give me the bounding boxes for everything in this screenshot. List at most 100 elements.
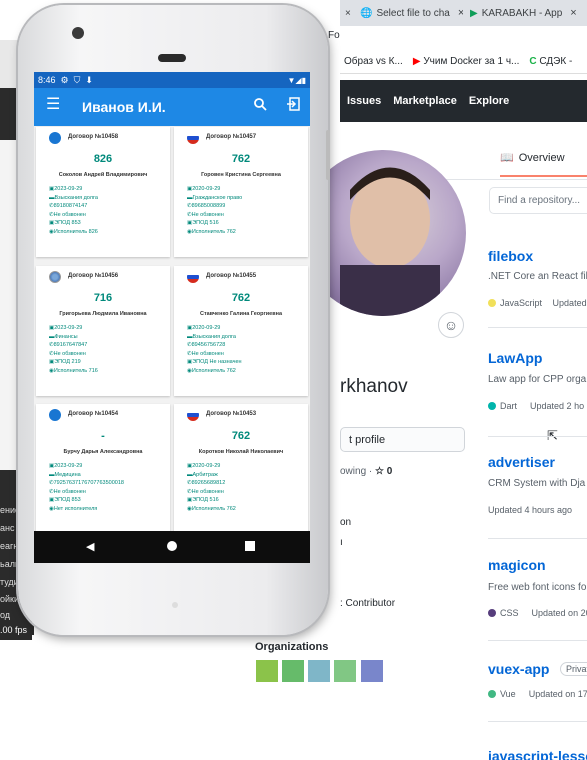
card-number: 716 (93, 292, 113, 304)
tab-close-icon[interactable]: × (345, 8, 351, 19)
card-detail-line: ✆Не обзвонен (187, 350, 224, 357)
tab-overview[interactable]: 📖 Overview (500, 151, 565, 165)
nav-issues[interactable]: Issues (347, 95, 381, 107)
card-detail-line: ▣2023-09-29 (49, 463, 83, 469)
card-detail-line: ✆89456756728 (187, 342, 226, 348)
organizations-heading: Organizations (255, 641, 329, 653)
org-icon[interactable] (308, 660, 330, 682)
repo-link[interactable]: LawApp (488, 350, 542, 366)
card-detail-line: ▣2023-09-29 (49, 325, 83, 331)
card-detail-line: ✆79257637176707763500018 (49, 480, 124, 486)
card-client-name: Григорьева Людмила Ивановна (59, 311, 147, 317)
card-detail-line: ◉Нет исполнителя (49, 505, 98, 512)
language-dot (488, 609, 496, 617)
bookmarks-bar: Образ vs К... ▶ Учим Docker за 1 ч... C … (340, 50, 587, 74)
card-detail-line: ▬Арбитраж (187, 471, 218, 478)
android-status-bar: 8:46 ⚙ ⛉ ⬇ ▼◢▮ (34, 72, 310, 88)
contract-card[interactable]: Договор №10458 826 Соколов Андрей Владим… (36, 127, 170, 257)
phone-screen: 8:46 ⚙ ⛉ ⬇ ▼◢▮ ☰ Иванов И.И. Договор №10… (34, 72, 310, 563)
repo-link[interactable]: vuex-app (488, 661, 549, 677)
org-icon[interactable] (256, 660, 278, 682)
card-detail-line: ✆Не обзвонен (49, 488, 86, 495)
card-detail-line: ▣ЭПОД 853 (49, 220, 81, 226)
username: rkhanov (340, 376, 408, 397)
card-detail-line: ▣2020-09-29 (187, 325, 221, 331)
card-detail-line: ✆Не обзвонен (187, 488, 224, 495)
tab-close-icon[interactable]: × (570, 7, 576, 19)
tab-close-icon[interactable]: × (458, 7, 463, 19)
browser-tab[interactable]: 🌐 Select file to cha × (360, 0, 463, 26)
contributor-label: : Contributor (340, 598, 396, 609)
org-icon[interactable] (361, 660, 383, 682)
card-detail-line: ✆Не обзвонен (49, 211, 86, 218)
repo-link[interactable]: filebox (488, 248, 533, 264)
status-emoji-icon[interactable]: ☺ (438, 312, 464, 338)
youtube-icon: ▶ (412, 56, 421, 67)
contract-card[interactable]: Договор №10453 762 Коротков Николай Нико… (174, 404, 308, 534)
contract-card[interactable]: Договор №10455 762 Ставченко Галина Геор… (174, 266, 308, 396)
nav-marketplace[interactable]: Marketplace (393, 95, 457, 107)
bookmark-item[interactable]: Образ vs К... (344, 56, 403, 67)
search-icon[interactable] (253, 97, 267, 116)
repo-link[interactable]: javascript-lesso (488, 748, 587, 760)
repo-description: Free web font icons fo (488, 582, 587, 593)
card-detail-line: ◉Исполнитель 762 (187, 505, 236, 512)
recents-icon[interactable] (245, 541, 255, 551)
card-detail-line: ▣ЭПОД 853 (49, 497, 81, 503)
card-title: Договор №10454 (68, 411, 119, 417)
org-icon[interactable] (334, 660, 356, 682)
contract-card[interactable]: Договор №10454 - Бурчу Дарья Александров… (36, 404, 170, 534)
card-title: Договор №10458 (68, 134, 119, 140)
repo-meta: Updated 4 hours ago (488, 505, 573, 515)
client-flag-icon (187, 409, 199, 421)
card-detail-line: ◉Исполнитель 762 (187, 228, 236, 235)
tab-fragment[interactable]: Fo (328, 30, 340, 41)
phone-bottom-dot (172, 602, 178, 608)
org-icon[interactable] (282, 660, 304, 682)
divider (488, 538, 587, 539)
logout-icon[interactable] (286, 97, 300, 116)
bookmark-item[interactable]: ▶ Учим Docker за 1 ч... (413, 56, 520, 67)
android-nav-bar: ◀ (34, 531, 310, 563)
contract-card[interactable]: Договор №10457 762 Горовен Кристина Серг… (174, 127, 308, 257)
card-detail-line: ✆Не обзвонен (187, 211, 224, 218)
card-detail-line: ▬Взыскания долга (187, 333, 236, 340)
tab-fragment-left[interactable]: × (345, 0, 357, 26)
browser-tab[interactable]: ▶ KARABAKH - App × (470, 0, 578, 26)
repo-meta: Dart Updated 2 ho (488, 401, 584, 411)
card-client-name: Коротков Николай Николаевич (198, 449, 284, 455)
card-title: Договор №10455 (206, 273, 257, 279)
repo-description: .NET Core an React fil (488, 271, 587, 282)
nav-explore[interactable]: Explore (469, 95, 509, 107)
card-detail-line: ✆89180874147 (49, 203, 88, 209)
card-title: Договор №10457 (206, 134, 257, 140)
hamburger-menu-icon[interactable]: ☰ (46, 97, 60, 113)
client-flag-icon (49, 409, 61, 421)
book-icon: 📖 (500, 152, 514, 164)
download-icon: ⬇ (85, 74, 93, 85)
phone-side-button (326, 130, 330, 180)
globe-icon: 🌐 (360, 7, 373, 19)
star-count: ☆ 0 (375, 466, 393, 477)
card-detail-line: ▣ЭПОД Не назначен (187, 359, 242, 365)
card-number: 762 (231, 292, 251, 304)
card-client-name: Бурчу Дарья Александровна (63, 449, 143, 455)
home-icon[interactable] (167, 541, 177, 551)
repo-meta: JavaScript Updated (488, 298, 587, 308)
left-menu-item[interactable]: од (0, 610, 22, 620)
find-repository-input[interactable]: Find a repository... (489, 187, 587, 214)
repo-link[interactable]: magicon (488, 557, 546, 573)
app-title: Иванов И.И. (82, 99, 166, 115)
edit-profile-button[interactable]: t profile (340, 427, 465, 452)
card-detail-line: ▬Гражданское право (187, 194, 243, 201)
card-detail-line: ◉Исполнитель 762 (187, 367, 236, 374)
repo-link[interactable]: advertiser (488, 454, 555, 470)
tab-label: Select file to cha (376, 7, 450, 19)
overview-tab-underline (500, 175, 587, 177)
address-bar-area[interactable]: Fo (328, 26, 587, 50)
app-bar: ☰ Иванов И.И. (34, 88, 310, 126)
contract-card[interactable]: Договор №10456 716 Григорьева Людмила Ив… (36, 266, 170, 396)
bookmark-item[interactable]: C СДЭК - (529, 56, 572, 67)
card-detail-line: ✆89167647847 (49, 342, 88, 348)
back-icon[interactable]: ◀ (86, 540, 94, 553)
